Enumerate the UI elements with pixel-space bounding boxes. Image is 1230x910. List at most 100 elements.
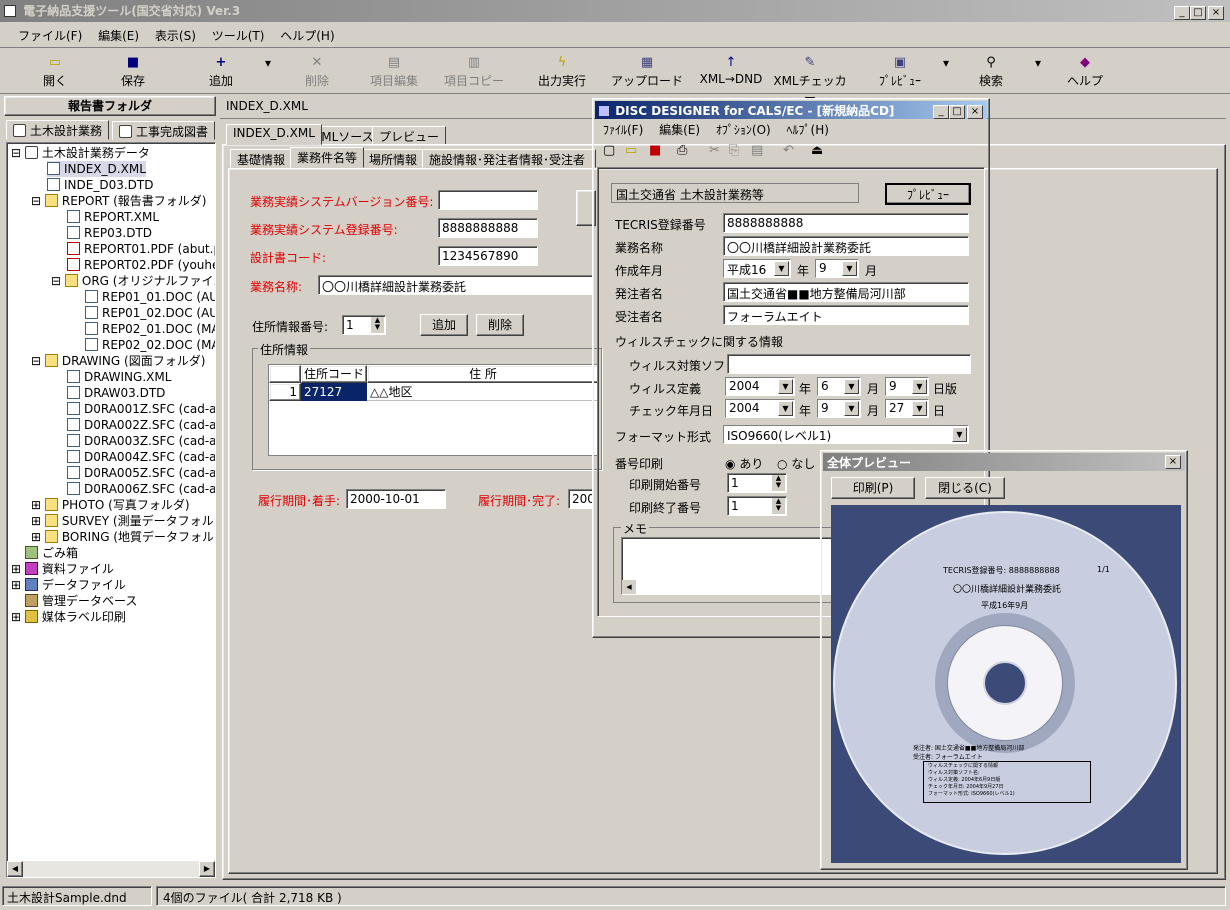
month-select[interactable]: 9 ▼ — [815, 259, 859, 278]
search-dropdown-icon[interactable]: ▾ — [1032, 56, 1044, 70]
chevron-down-icon[interactable]: ▼ — [842, 261, 857, 276]
add-button[interactable]: + 追加 — [196, 56, 246, 89]
chevron-down-icon[interactable]: ▼ — [912, 379, 927, 394]
disc-close-icon[interactable]: × — [967, 105, 983, 119]
tree-item[interactable]: D0RA002Z.SFC (cad-abu — [67, 417, 215, 433]
spin-icon[interactable]: ▲ ▼ — [772, 475, 785, 491]
tab-civil-design[interactable]: 土木設計業務 — [6, 120, 110, 140]
address-table[interactable]: 住所コード 住 所 1 27127 △△地区 — [268, 364, 599, 456]
tree-item[interactable]: D0RA001Z.SFC (cad-abu — [67, 401, 215, 417]
address-add-button[interactable]: 追加 — [420, 314, 468, 336]
chevron-down-icon[interactable]: ▼ — [912, 401, 927, 416]
disc-menu-help[interactable]: ﾍﾙﾌﾟ(H) — [781, 121, 835, 139]
close-button[interactable]: 閉じる(C) — [925, 477, 1005, 499]
era-select[interactable]: 平成16 ▼ — [723, 259, 791, 278]
tree-item[interactable]: REPORT.XML — [67, 209, 159, 225]
chevron-down-icon[interactable]: ▼ — [778, 401, 793, 416]
cell-address-code[interactable]: 27127 — [301, 383, 367, 401]
chk-month-select[interactable]: 9 ▼ — [817, 399, 861, 418]
menu-view[interactable]: 表示(S) — [149, 24, 202, 48]
tree-item[interactable]: DRAW03.DTD — [67, 385, 165, 401]
folder-tree[interactable]: ⊟ 土木設計業務データ INDEX_D.XML INDE_D03.DTD ⊟ R… — [6, 142, 216, 878]
print-button[interactable]: 印刷(P) — [831, 477, 915, 499]
col-header-code[interactable]: 住所コード — [301, 365, 367, 383]
business-name-input[interactable]: 〇〇川橋詳細設計業務委託 — [318, 275, 594, 295]
system-reg-input[interactable]: 8888888888 — [438, 218, 538, 238]
period-end-input[interactable]: 2001 — [568, 489, 594, 509]
scroll-left-icon[interactable]: ◀ — [622, 580, 636, 594]
new-file-icon[interactable]: ▢ — [603, 143, 615, 158]
col-header-address[interactable]: 住 所 — [367, 365, 599, 383]
chevron-down-icon[interactable]: ▼ — [844, 401, 859, 416]
def-day-select[interactable]: 9 ▼ — [885, 377, 929, 396]
disc-menu-options[interactable]: ｵﾌﾟｼｮﾝ(O) — [710, 121, 777, 139]
tree-item[interactable]: REPORT01.PDF (abut.pd — [67, 241, 215, 257]
copy-icon[interactable]: ⎘ — [729, 143, 739, 158]
print-start-spinner[interactable]: 1 ▲ ▼ — [727, 473, 787, 493]
output-button[interactable]: ϟ 出力実行 — [532, 56, 592, 89]
tree-data-files[interactable]: ⊞ データファイル — [11, 577, 126, 593]
xml-dnd-button[interactable]: ↑ XML→DND — [696, 56, 766, 87]
chevron-down-icon[interactable]: ▼ — [844, 379, 859, 394]
menu-edit[interactable]: 編集(E) — [92, 24, 145, 48]
open-button[interactable]: ▭ 開く — [30, 56, 80, 89]
disc-preview-button[interactable]: ﾌﾟﾚﾋﾞｭｰ — [885, 183, 971, 205]
tree-item[interactable]: D0RA003Z.SFC (cad-abu — [67, 433, 215, 449]
chk-year-select[interactable]: 2004 ▼ — [725, 399, 795, 418]
tree-item[interactable]: REP01_02.DOC (AUT — [85, 305, 215, 321]
tree-folder-survey[interactable]: ⊞ SURVEY (測量データフォル — [31, 513, 214, 529]
maximize-icon[interactable]: □ — [1190, 6, 1206, 20]
def-month-select[interactable]: 6 ▼ — [817, 377, 861, 396]
tree-item[interactable]: REP03.DTD — [67, 225, 152, 241]
menu-help[interactable]: ヘルプ(H) — [274, 24, 340, 48]
subtab-facility[interactable]: 施設情報･発注者情報･受注者情 — [422, 149, 596, 168]
preview-dropdown-icon[interactable]: ▾ — [940, 56, 952, 70]
tree-folder-boring[interactable]: ⊞ BORING (地質データフォル — [31, 529, 214, 545]
print-icon[interactable]: ⎙ — [677, 143, 687, 158]
disc-maximize-icon[interactable]: □ — [949, 105, 965, 119]
eject-icon[interactable]: ⏏ — [811, 143, 823, 158]
cell-address[interactable]: △△地区 — [367, 383, 599, 401]
cut-icon[interactable]: ✂ — [709, 143, 720, 158]
save-icon[interactable]: ■ — [649, 143, 661, 158]
disc-menu-file[interactable]: ﾌｧｲﾙ(F) — [597, 121, 649, 139]
preview-close-icon[interactable]: × — [1165, 455, 1181, 469]
tree-folder-drawing[interactable]: ⊟ DRAWING (図面フォルダ) — [31, 353, 205, 369]
client-input[interactable]: 国土交通省■■地方整備局河川部 — [723, 282, 969, 302]
tree-root[interactable]: ⊟ 土木設計業務データ — [11, 145, 150, 161]
contractor-input[interactable]: フォーラムエイト — [723, 305, 969, 325]
radio-yes[interactable]: ◉ あり — [725, 455, 763, 472]
tree-item[interactable]: DRAWING.XML — [67, 369, 171, 385]
tree-item[interactable]: D0RA006Z.SFC (cad-abu — [67, 481, 215, 497]
tree-item[interactable]: REP02_01.DOC (MAN — [85, 321, 215, 337]
tree-folder-photo[interactable]: ⊞ PHOTO (写真フォルダ) — [31, 497, 190, 513]
tree-trash[interactable]: ごみ箱 — [25, 545, 78, 561]
undo-icon[interactable]: ↶ — [783, 143, 794, 158]
edit-item-button[interactable]: ▤ 項目編集 — [362, 56, 426, 89]
tree-item[interactable]: D0RA004Z.SFC (cad-abu — [67, 449, 215, 465]
horizontal-scrollbar[interactable]: ◀ ▶ — [7, 861, 215, 877]
system-version-input[interactable] — [438, 190, 538, 210]
scroll-right-icon[interactable]: ▶ — [199, 861, 215, 877]
tree-folder-report[interactable]: ⊟ REPORT (報告書フォルダ) — [31, 193, 206, 209]
open-folder-icon[interactable]: ▭ — [625, 143, 637, 158]
tree-item[interactable]: REPORT02.PDF (youhek — [67, 257, 215, 273]
spin-icon[interactable]: ▲ ▼ — [371, 317, 384, 333]
spin-icon[interactable]: ▲ ▼ — [772, 498, 785, 514]
help-button[interactable]: ◆ ヘルプ — [1060, 56, 1110, 89]
period-start-input[interactable]: 2000-10-01 — [346, 489, 446, 509]
tree-folder-org[interactable]: ⊟ ORG (オリジナルファイル — [51, 273, 215, 289]
tab-construction[interactable]: 工事完成図書 — [112, 121, 216, 140]
tree-item[interactable]: INDE_D03.DTD — [47, 177, 153, 193]
disc-name-input[interactable]: 〇〇川橋詳細設計業務委託 — [723, 236, 969, 256]
design-code-input[interactable]: 1234567890 — [438, 246, 538, 266]
disc-menu-edit[interactable]: 編集(E) — [653, 121, 706, 139]
tab-preview[interactable]: プレビュー — [372, 126, 447, 145]
tree-item[interactable]: REP02_02.DOC (MAN — [85, 337, 215, 353]
scroll-left-icon[interactable]: ◀ — [7, 861, 23, 877]
tab-index-xml[interactable]: INDEX_D.XML — [226, 124, 322, 145]
add-dropdown-icon[interactable]: ▾ — [262, 56, 274, 70]
tree-database[interactable]: 管理データベース — [25, 593, 137, 609]
disc-minimize-icon[interactable]: _ — [933, 105, 949, 119]
tree-materials[interactable]: ⊞ 資料ファイル — [11, 561, 114, 577]
